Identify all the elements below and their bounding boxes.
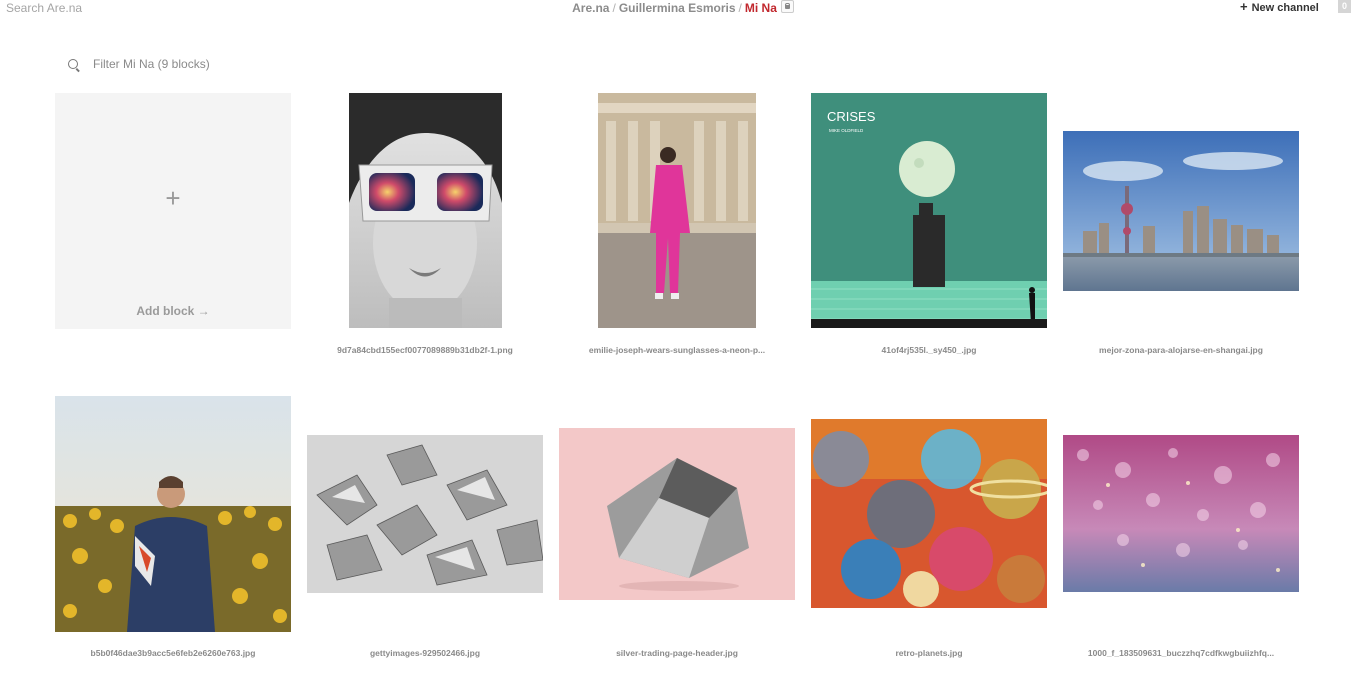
breadcrumb-user[interactable]: Guillermina Esmoris [619,1,736,15]
silver-nugget-photo [559,428,795,600]
cover-artist: MIKE OLDFIELD [829,128,864,133]
new-channel-label: New channel [1251,2,1319,14]
search-icon [68,59,78,69]
collage-face-image [349,93,502,328]
block-caption[interactable]: mejor-zona-para-alojarse-en-shangai.jpg [1063,345,1299,355]
new-channel-button[interactable]: + New channel [1240,0,1319,15]
block-image[interactable] [1063,131,1299,291]
block-image[interactable] [559,428,795,600]
add-block-label: Add block → [136,304,210,318]
block-image[interactable] [307,435,543,593]
filter-input[interactable] [93,57,293,71]
add-plus-icon: + [165,183,181,213]
top-bar: Are.na/Guillermina Esmoris/Mi Na +New ch… [0,0,1366,16]
glitter-bokeh-photo [1063,435,1299,592]
breadcrumb-home[interactable]: Are.na [572,1,609,15]
plus-icon: + [1240,0,1248,14]
breadcrumb: Are.na / Guillermina Esmoris / Mi Na [0,0,1366,15]
block-caption[interactable]: gettyimages-929502466.jpg [307,648,543,658]
block-image[interactable]: CRISES MIKE OLDFIELD [811,93,1047,328]
pink-suit-photo [598,93,756,328]
block-image[interactable] [349,93,502,328]
notification-count-badge[interactable]: 0 [1338,0,1351,13]
sunflower-field-photo [55,396,291,632]
block-caption[interactable]: 9d7a84cbd155ecf0077089889b31db2f-1.png [307,345,543,355]
shanghai-skyline-photo [1063,131,1299,291]
breadcrumb-separator: / [612,1,616,15]
cover-title: CRISES [827,109,876,124]
block-caption[interactable]: silver-trading-page-header.jpg [559,648,795,658]
block-image[interactable] [598,93,756,328]
block-caption[interactable]: retro-planets.jpg [811,648,1047,658]
block-image[interactable] [811,419,1047,608]
block-caption[interactable]: b5b0f46dae3b9acc5e6feb2e6260e763.jpg [55,648,291,658]
block-image[interactable] [1063,435,1299,592]
breadcrumb-separator: / [738,1,742,15]
grey-rocks-photo [307,435,543,593]
block-caption[interactable]: 41of4rj535l._sy450_.jpg [811,345,1047,355]
lock-icon [780,0,794,13]
breadcrumb-channel[interactable]: Mi Na [745,1,777,15]
retro-planets-collage [811,419,1047,608]
block-caption[interactable]: emilie-joseph-wears-sunglasses-a-neon-p.… [559,345,795,355]
crises-album-cover: CRISES MIKE OLDFIELD [811,93,1047,328]
block-caption[interactable]: 1000_f_183509631_buczzhq7cdfkwgbuiizhfq.… [1063,648,1299,658]
block-image[interactable] [55,396,291,632]
add-block-button[interactable]: + Add block → [55,93,291,329]
